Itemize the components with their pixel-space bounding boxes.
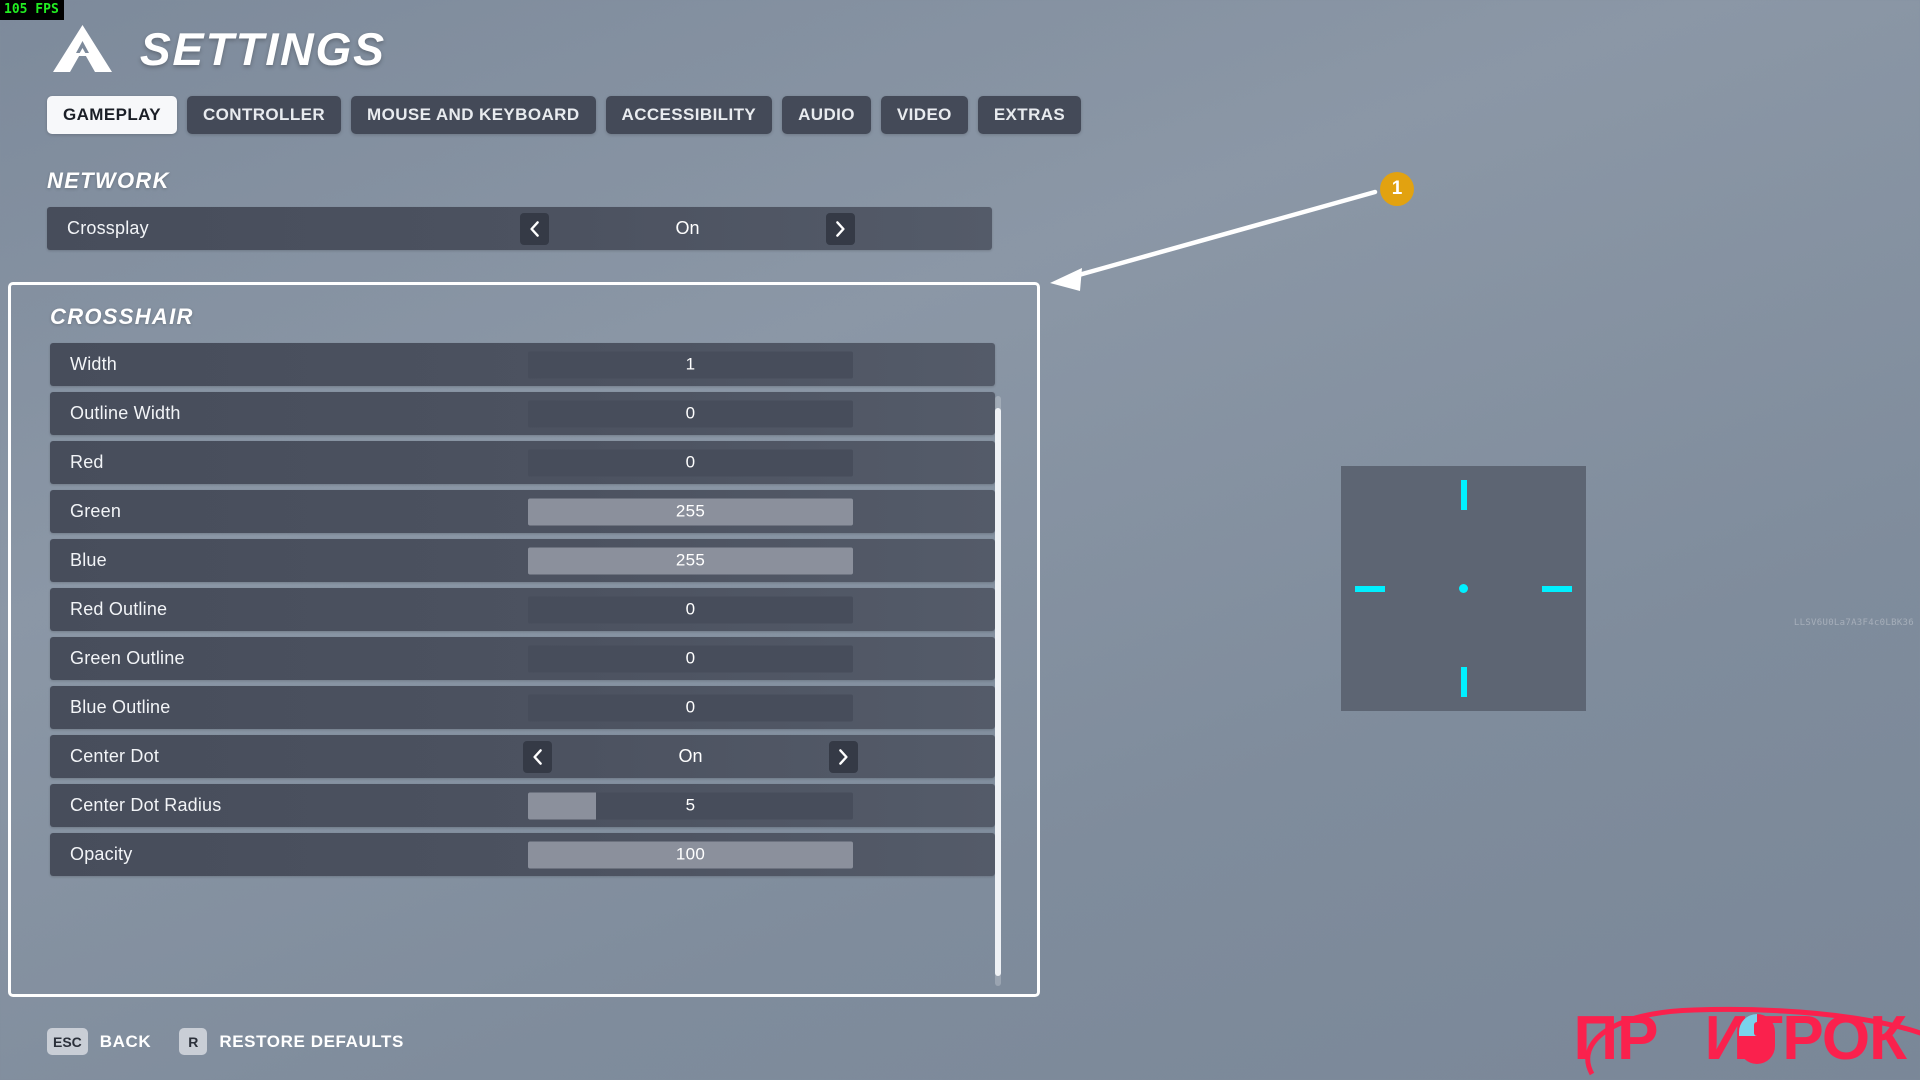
crosshair-preview [1341,466,1586,711]
setting-value: 5 [685,795,696,815]
slider-control[interactable]: 0 [528,645,853,672]
chevron-right-icon[interactable] [826,212,855,245]
watermark-text-right: ИГРОК [1704,1004,1907,1073]
stepper-control: On [520,212,855,245]
setting-row-opacity[interactable]: Opacity 100 [50,833,995,876]
hint-label-back: BACK [99,1031,152,1051]
setting-value: On [678,746,703,766]
watermark-logo: ПРOИГРОК [1574,1006,1920,1076]
setting-value: 0 [685,403,696,423]
setting-value: 255 [675,550,706,570]
chevron-left-icon[interactable] [520,212,549,245]
fps-counter: 105 FPS [0,0,64,20]
chevron-right-icon[interactable] [829,740,858,773]
annotation-badge-1: 1 [1380,172,1414,206]
setting-row-center-dot[interactable]: Center Dot On [50,735,995,778]
setting-row-red-outline[interactable]: Red Outline 0 [50,588,995,631]
setting-label: Green [70,501,122,521]
slider-control[interactable]: 255 [528,547,853,574]
page-title: SETTINGS [139,23,387,75]
setting-value: 255 [675,501,706,521]
tab-controller[interactable]: CONTROLLER [186,96,342,134]
crosshair-section: CROSSHAIR Width 1 Outline Width 0 Red 0 [8,282,1040,997]
network-section-title: NETWORK [47,168,170,193]
crosshair-center-dot [1459,584,1468,593]
slider-control[interactable]: 100 [528,841,853,868]
setting-row-blue[interactable]: Blue 255 [50,539,995,582]
setting-row-outline-width[interactable]: Outline Width 0 [50,392,995,435]
setting-value: 0 [685,648,696,668]
setting-row-green[interactable]: Green 255 [50,490,995,533]
page-header: SETTINGS [48,22,386,76]
setting-value: On [675,218,700,238]
setting-row-width[interactable]: Width 1 [50,343,995,386]
footer-hints: ESC BACK R RESTORE DEFAULTS [47,1028,404,1055]
vertical-scrollbar-thumb[interactable] [995,407,1001,976]
setting-row-blue-outline[interactable]: Blue Outline 0 [50,686,995,729]
setting-value: 0 [685,452,696,472]
mouse-icon [1738,1014,1775,1064]
setting-label: Center Dot [70,746,160,766]
hint-label-restore-defaults: RESTORE DEFAULTS [219,1031,404,1051]
crosshair-line-top [1460,480,1467,510]
slider-control[interactable]: 0 [528,596,853,623]
setting-label: Center Dot Radius [70,795,222,815]
crosshair-section-title: CROSSHAIR [50,304,194,329]
setting-label: Red Outline [70,599,168,619]
tab-extras[interactable]: EXTRAS [977,96,1082,134]
mountain-logo-icon [48,23,118,75]
setting-label: Crossplay [67,218,149,238]
watermark-text-left: ПР [1573,1004,1659,1073]
slider-control[interactable]: 5 [528,792,853,819]
tab-mouse-and-keyboard[interactable]: MOUSE AND KEYBOARD [351,96,596,134]
keycap-esc: ESC [47,1028,88,1055]
tab-video[interactable]: VIDEO [880,96,968,134]
slider-control[interactable]: 0 [528,400,853,427]
hint-restore-defaults[interactable]: R RESTORE DEFAULTS [179,1028,404,1055]
setting-row-center-dot-radius[interactable]: Center Dot Radius 5 [50,784,995,827]
slider-control[interactable]: 1 [528,351,853,378]
setting-label: Opacity [70,844,133,864]
hint-back[interactable]: ESC BACK [47,1028,151,1055]
chevron-left-icon[interactable] [523,740,552,773]
tab-audio[interactable]: AUDIO [782,96,871,134]
setting-label: Red [70,452,104,472]
tab-gameplay[interactable]: GAMEPLAY [47,96,177,134]
settings-scroll-area[interactable]: NETWORK Crossplay On CROSSHAIR Width 1 O… [0,168,1040,998]
setting-label: Blue [70,550,107,570]
keycap-r: R [179,1028,208,1055]
network-section: NETWORK Crossplay On [47,168,992,256]
setting-label: Width [70,354,118,374]
setting-label: Blue Outline [70,697,171,717]
setting-row-green-outline[interactable]: Green Outline 0 [50,637,995,680]
setting-value: 0 [685,697,696,717]
tab-accessibility[interactable]: ACCESSIBILITY [605,96,773,134]
setting-value: 1 [685,354,696,374]
setting-label: Outline Width [70,403,181,423]
crosshair-line-bottom [1460,667,1467,697]
vertical-scrollbar-track[interactable] [995,396,1001,986]
crosshair-line-left [1355,585,1385,592]
watermark-text: ПРOИГРОК [1574,1008,1907,1070]
setting-value: 100 [675,844,706,864]
setting-label: Green Outline [70,648,185,668]
stepper-control: On [523,740,858,773]
slider-control[interactable]: 0 [528,694,853,721]
setting-row-crossplay[interactable]: Crossplay On [47,207,992,250]
settings-tabbar: GAMEPLAY CONTROLLER MOUSE AND KEYBOARD A… [47,96,1082,134]
crosshair-line-right [1542,585,1572,592]
hash-text: LLSV6U0La7A3F4c0LBK36 [1793,618,1914,628]
slider-control[interactable]: 255 [528,498,853,525]
setting-row-red[interactable]: Red 0 [50,441,995,484]
slider-control[interactable]: 0 [528,449,853,476]
setting-value: 0 [685,599,696,619]
